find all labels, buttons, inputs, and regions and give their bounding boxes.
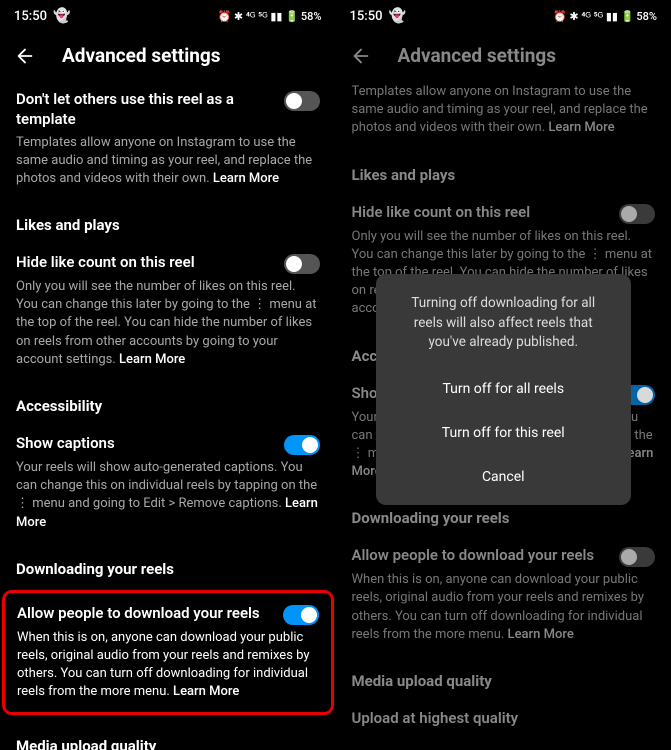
download-title: Allow people to download your reels: [352, 545, 620, 565]
learn-more-link[interactable]: Learn More: [119, 352, 185, 367]
status-bar: 15:50 👻 ⏰ ✱ ⁴ᴳ ⁵ᴳ ▮▮ 🔋58%: [336, 0, 671, 32]
header: Advanced settings: [336, 32, 671, 79]
cancel-button[interactable]: Cancel: [392, 455, 616, 499]
header: Advanced settings: [0, 32, 336, 79]
captions-setting[interactable]: Show captions: [16, 423, 320, 459]
back-icon[interactable]: [14, 45, 36, 67]
learn-more-link[interactable]: Learn More: [213, 171, 279, 186]
highlight-box: Allow people to download your reels When…: [2, 590, 334, 715]
page-title: Advanced settings: [398, 44, 557, 67]
template-setting[interactable]: Don't let others use this reel as a temp…: [16, 79, 320, 134]
hide-likes-toggle: [619, 204, 655, 224]
download-setting: Allow people to download your reels: [352, 535, 656, 571]
status-time: 15:50: [350, 9, 383, 24]
hide-likes-title: Hide like count on this reel: [16, 252, 284, 272]
likes-section: Likes and plays: [352, 152, 656, 192]
download-section: Downloading your reels: [16, 546, 320, 586]
snapchat-icon: 👻: [53, 8, 70, 24]
confirm-dialog: Turning off downloading for all reels wi…: [376, 274, 632, 505]
captions-desc: Your reels will show auto-generated capt…: [16, 459, 320, 546]
media-quality-section: Media upload quality: [352, 658, 656, 698]
status-time: 15:50: [14, 9, 47, 24]
download-desc: When this is on, anyone can download you…: [17, 629, 319, 704]
turn-off-all-button[interactable]: Turn off for all reels: [392, 367, 616, 411]
captions-toggle[interactable]: [284, 435, 320, 455]
template-desc: Templates allow anyone on Instagram to u…: [352, 79, 656, 152]
settings-screen-left: 15:50 👻 ⏰ ✱ ⁴ᴳ ⁵ᴳ ▮▮ 🔋58% Advanced setti…: [0, 0, 336, 750]
status-icons: ⏰ ✱ ⁴ᴳ ⁵ᴳ ▮▮ 🔋58%: [217, 10, 321, 23]
learn-more-link: Learn More: [548, 120, 614, 135]
turn-off-this-button[interactable]: Turn off for this reel: [392, 411, 616, 455]
hide-likes-title: Hide like count on this reel: [352, 202, 620, 222]
download-title: Allow people to download your reels: [17, 603, 283, 623]
snapchat-icon: 👻: [388, 8, 405, 24]
captions-title: Show captions: [16, 433, 284, 453]
template-title: Don't let others use this reel as a temp…: [16, 89, 284, 130]
learn-more-link: Learn More: [508, 627, 574, 642]
status-icons: ⏰ ✱ ⁴ᴳ ⁵ᴳ ▮▮ 🔋58%: [553, 10, 657, 23]
upload-quality-title: Upload at highest quality: [352, 708, 656, 728]
download-desc: When this is on, anyone can download you…: [352, 571, 656, 658]
page-title: Advanced settings: [62, 44, 221, 67]
hide-likes-setting[interactable]: Hide like count on this reel: [16, 242, 320, 278]
accessibility-section: Accessibility: [16, 383, 320, 423]
hide-likes-toggle[interactable]: [284, 254, 320, 274]
upload-quality-setting: Upload at highest quality: [352, 698, 656, 732]
learn-more-link[interactable]: Learn More: [173, 684, 239, 699]
template-toggle[interactable]: [284, 91, 320, 111]
back-icon: [350, 45, 372, 67]
hide-likes-setting: Hide like count on this reel: [352, 192, 656, 228]
template-desc: Templates allow anyone on Instagram to u…: [16, 134, 320, 203]
download-toggle: [619, 547, 655, 567]
content: Don't let others use this reel as a temp…: [0, 79, 336, 750]
likes-section: Likes and plays: [16, 202, 320, 242]
download-setting[interactable]: Allow people to download your reels: [17, 603, 319, 629]
media-quality-section: Media upload quality: [16, 723, 320, 750]
hide-likes-desc: Only you will see the number of likes on…: [16, 278, 320, 383]
settings-screen-right: 15:50 👻 ⏰ ✱ ⁴ᴳ ⁵ᴳ ▮▮ 🔋58% Advanced setti…: [336, 0, 671, 750]
status-bar: 15:50 👻 ⏰ ✱ ⁴ᴳ ⁵ᴳ ▮▮ 🔋58%: [0, 0, 336, 32]
dialog-message: Turning off downloading for all reels wi…: [392, 294, 616, 367]
download-toggle[interactable]: [283, 605, 319, 625]
